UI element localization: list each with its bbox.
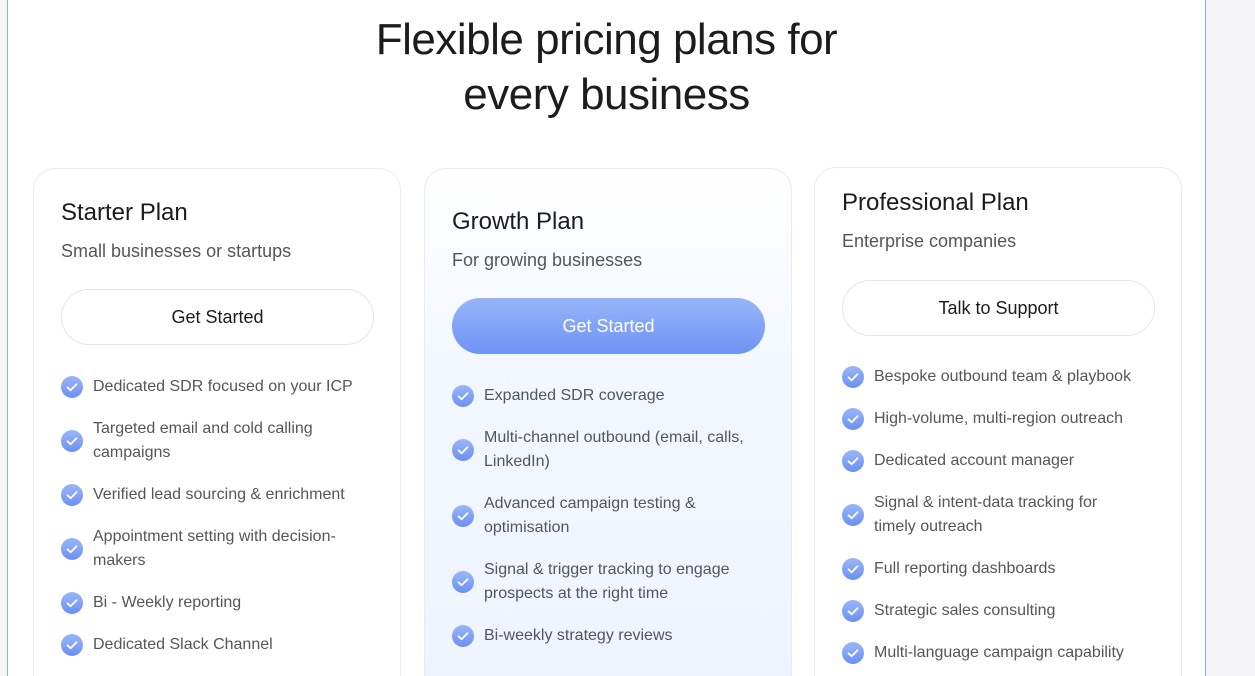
feature-item: Signal & intent-data tracking for timely… — [842, 491, 1142, 539]
check-circle-icon — [452, 385, 474, 407]
feature-item: Strategic sales consulting — [842, 599, 1142, 623]
page-title-line-1: Flexible pricing plans for — [375, 15, 838, 64]
check-circle-icon — [452, 505, 474, 527]
plan-card-starter: Starter Plan Small businesses or startup… — [33, 168, 401, 676]
check-circle-icon — [842, 408, 864, 430]
check-circle-icon — [452, 439, 474, 461]
feature-item: Appointment setting with decision-makers — [61, 525, 361, 573]
feature-item: High-volume, multi-region outreach — [842, 407, 1142, 431]
plan-card-professional: Professional Plan Enterprise companies T… — [814, 167, 1182, 676]
feature-item: Verified lead sourcing & enrichment — [61, 483, 361, 507]
plan-subtitle: Small businesses or startups — [61, 241, 292, 261]
feature-item: Bespoke outbound team & playbook — [842, 365, 1142, 389]
check-circle-icon — [842, 558, 864, 580]
check-circle-icon — [842, 642, 864, 664]
check-circle-icon — [842, 450, 864, 472]
get-started-button[interactable]: Get Started — [452, 298, 765, 354]
check-circle-icon — [61, 592, 83, 614]
page-title-line-2: every business — [463, 70, 750, 119]
plan-subtitle: For growing businesses — [452, 250, 643, 270]
check-circle-icon — [842, 600, 864, 622]
plan-title: Starter Plan — [61, 199, 188, 226]
check-circle-icon — [452, 571, 474, 593]
feature-item: Dedicated SDR focused on your ICP — [61, 375, 361, 399]
plan-title: Growth Plan — [452, 208, 585, 235]
check-circle-icon — [842, 504, 864, 526]
check-circle-icon — [61, 634, 83, 656]
check-circle-icon — [61, 430, 83, 452]
feature-item: Signal & trigger tracking to engage pros… — [452, 558, 752, 606]
feature-item: Bi - Weekly reporting — [61, 591, 361, 615]
feature-item: Targeted email and cold calling campaign… — [61, 417, 361, 465]
feature-list: Bespoke outbound team & playbook High-vo… — [842, 365, 1142, 676]
check-circle-icon — [452, 625, 474, 647]
feature-item: Dedicated account manager — [842, 449, 1142, 473]
feature-item: Multi-channel outbound (email, calls, Li… — [452, 426, 752, 474]
talk-to-support-button[interactable]: Talk to Support — [842, 280, 1155, 336]
page-title: Flexible pricing plans for every busines… — [8, 12, 1205, 122]
feature-item: Bi-weekly strategy reviews — [452, 624, 752, 648]
check-circle-icon — [61, 538, 83, 560]
page-frame: Flexible pricing plans for every busines… — [7, 0, 1206, 676]
plan-card-growth: Growth Plan For growing businesses Get S… — [424, 168, 792, 676]
check-circle-icon — [842, 366, 864, 388]
check-circle-icon — [61, 376, 83, 398]
get-started-button[interactable]: Get Started — [61, 289, 374, 345]
feature-list: Expanded SDR coverage Multi-channel outb… — [452, 384, 752, 666]
feature-item: Multi-language campaign capability — [842, 641, 1142, 665]
feature-item: Advanced campaign testing & optimisation — [452, 492, 752, 540]
feature-item: Dedicated Slack Channel — [61, 633, 361, 657]
feature-list: Dedicated SDR focused on your ICP Target… — [61, 375, 361, 675]
feature-item: Expanded SDR coverage — [452, 384, 752, 408]
feature-item: Full reporting dashboards — [842, 557, 1142, 581]
plan-title: Professional Plan — [842, 189, 1029, 216]
plan-subtitle: Enterprise companies — [842, 231, 1017, 251]
check-circle-icon — [61, 484, 83, 506]
